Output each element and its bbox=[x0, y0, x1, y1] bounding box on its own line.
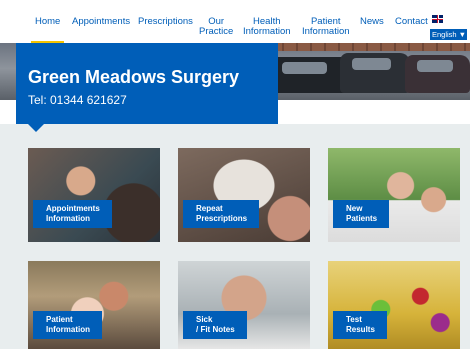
nav-appointments[interactable]: Appointments bbox=[72, 17, 130, 27]
tile-label: New Patients bbox=[333, 200, 390, 228]
nav-news[interactable]: News bbox=[360, 17, 384, 27]
tile-label: Test Results bbox=[333, 311, 387, 339]
tile-patient-information[interactable]: Patient Information bbox=[28, 261, 160, 349]
tile-label: Patient Information bbox=[33, 311, 102, 339]
tile-test-results[interactable]: Test Results bbox=[328, 261, 460, 349]
tile-label: Appointments Information bbox=[33, 200, 112, 228]
surgery-name: Green Meadows Surgery bbox=[28, 67, 240, 87]
nav-prescriptions[interactable]: Prescriptions bbox=[138, 17, 193, 27]
uk-flag-icon bbox=[432, 15, 443, 23]
language-select[interactable]: English ▼ bbox=[430, 29, 467, 40]
nav-contact[interactable]: Contact bbox=[395, 17, 428, 27]
brick-wall bbox=[270, 43, 470, 51]
car bbox=[340, 53, 410, 93]
tile-sick-fit-notes[interactable]: Sick / Fit Notes bbox=[178, 261, 310, 349]
nav-home[interactable]: Home bbox=[30, 17, 65, 44]
tile-appointments-information[interactable]: Appointments Information bbox=[28, 148, 160, 242]
nav-patient-information[interactable]: Patient Information bbox=[302, 17, 350, 37]
surgery-telephone[interactable]: Tel: 01344 621627 bbox=[28, 93, 127, 107]
tile-label: Repeat Prescriptions bbox=[183, 200, 260, 228]
top-navigation: Home Appointments Prescriptions Our Prac… bbox=[0, 0, 470, 44]
surgery-title-panel: Green Meadows Surgery Tel: 01344 621627 bbox=[16, 43, 278, 132]
tile-new-patients[interactable]: New Patients bbox=[328, 148, 460, 242]
tile-repeat-prescriptions[interactable]: Repeat Prescriptions bbox=[178, 148, 310, 242]
tile-label: Sick / Fit Notes bbox=[183, 311, 247, 339]
nav-our-practice[interactable]: Our Practice bbox=[199, 17, 233, 37]
nav-health-information[interactable]: Health Information bbox=[243, 17, 291, 37]
car bbox=[405, 55, 470, 93]
